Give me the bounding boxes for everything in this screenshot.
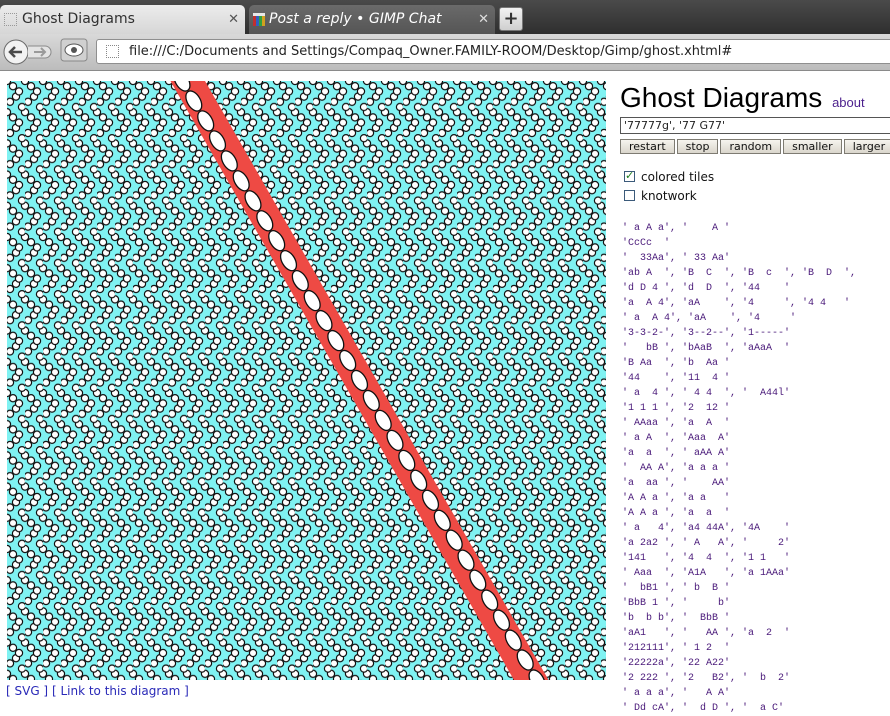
tile-spec-item[interactable]: ' a A 4', 'aA ', '4 ': [622, 311, 856, 326]
tile-spec-item[interactable]: ' bB1 ', ' b B ': [622, 581, 856, 596]
random-button[interactable]: random: [720, 139, 782, 154]
tile-spec-item[interactable]: 'a A 4', 'aA ', '4 ', '4 4 ': [622, 296, 856, 311]
tile-spec-item[interactable]: '3-3-2-', '3--2--', '1-----': [622, 326, 856, 341]
tile-spec-list: ' a A a', ' A ' 'CcCc ' ' 33Aa', ' 33 Aa' '…: [622, 221, 856, 716]
tile-spec-item[interactable]: ' AAaa ', 'a A ': [622, 416, 856, 431]
control-buttons: restart stop random smaller larger: [620, 135, 890, 154]
tile-spec-item[interactable]: 'A A a ', 'a a ': [622, 491, 856, 506]
control-panel: Ghost Diagrams about '77777g', '77 G77' …: [620, 81, 890, 714]
tile-code-input[interactable]: '77777g', '77 G77': [620, 117, 890, 134]
tile-spec-item[interactable]: 'b b b', ' BbB ': [622, 611, 856, 626]
tile-spec-item[interactable]: ' a a a', ' A A': [622, 686, 856, 701]
new-tab-button[interactable]: +: [499, 7, 523, 31]
knotwork-checkbox[interactable]: [624, 190, 635, 201]
tile-spec-item[interactable]: ' 33Aa', ' 33 Aa': [622, 251, 856, 266]
tile-spec-item[interactable]: 'BbB 1 ', ' b': [622, 596, 856, 611]
permalink-link[interactable]: [ Link to this diagram ]: [52, 684, 189, 698]
tab-gimp-chat[interactable]: Post a reply • GIMP Chat ✕: [249, 5, 495, 34]
page-title: Ghost Diagrams: [620, 82, 823, 113]
tile-spec-item[interactable]: ' a A ', 'Aaa A': [622, 431, 856, 446]
tile-spec-item[interactable]: 'B Aa ', 'b Aa ': [622, 356, 856, 371]
stop-button[interactable]: stop: [676, 139, 719, 154]
colored-tiles-label: colored tiles: [641, 170, 715, 184]
tile-spec-item[interactable]: 'aA1 ', ' AA ', 'a 2 ': [622, 626, 856, 641]
tile-spec-item[interactable]: 'a aa ', ' AA': [622, 476, 856, 491]
restart-button[interactable]: restart: [620, 139, 675, 154]
tile-spec-item[interactable]: ' a 4 ', ' 4 4 ', ' A44l': [622, 386, 856, 401]
tile-spec-item[interactable]: 'ab A ', 'B C ', 'B c ', 'B D ',: [622, 266, 856, 281]
tile-spec-item[interactable]: '141 ', '4 4 ', '1 1 ': [622, 551, 856, 566]
tile-spec-item[interactable]: ' a A a', ' A ': [622, 221, 856, 236]
tile-spec-item[interactable]: '2 222 ', '2 B2', ' b 2': [622, 671, 856, 686]
diagram-links: [ SVG ] [ Link to this diagram ]: [6, 684, 189, 698]
tile-spec-item[interactable]: 'CcCc ': [622, 236, 856, 251]
smaller-button[interactable]: smaller: [783, 139, 842, 154]
tile-spec-item[interactable]: '212111', ' 1 2 ': [622, 641, 856, 656]
back-forward-buttons: [3, 39, 52, 65]
larger-button[interactable]: larger: [843, 139, 890, 154]
about-link[interactable]: about: [832, 95, 865, 110]
url-text: file:///C:/Documents and Settings/Compaq…: [129, 44, 733, 59]
tile-spec-item[interactable]: '1 1 1 ', '2 12 ': [622, 401, 856, 416]
tile-spec-item[interactable]: 'A A a ', 'a a ': [622, 506, 856, 521]
tile-spec-item[interactable]: ' Aaa ', 'A1A ', 'a 1AAa': [622, 566, 856, 581]
tab-title: Post a reply • GIMP Chat: [269, 11, 442, 27]
colored-tiles-checkbox[interactable]: [624, 169, 635, 182]
tab-title: Ghost Diagrams: [22, 11, 135, 27]
tab-bar: Ghost Diagrams ✕ Post a reply • GIMP Cha…: [0, 0, 890, 34]
address-bar[interactable]: file:///C:/Documents and Settings/Compaq…: [96, 39, 890, 64]
tile-spec-item[interactable]: '22222a', '22 A22': [622, 656, 856, 671]
knotwork-label: knotwork: [641, 189, 697, 203]
page-heading: Ghost Diagrams about: [620, 81, 890, 120]
ghost-diagram-canvas[interactable]: [7, 81, 606, 680]
knotwork-option[interactable]: knotwork: [624, 189, 697, 203]
tile-spec-item[interactable]: 'd D 4 ', 'd D ', '44 ': [622, 281, 856, 296]
tile-spec-item[interactable]: '44 ', '11 4 ': [622, 371, 856, 386]
diagram-svg: [7, 81, 606, 680]
tile-pattern-background: [7, 81, 606, 680]
tile-spec-item[interactable]: ' AA A', 'a a a ': [622, 461, 856, 476]
navigation-bar: file:///C:/Documents and Settings/Compaq…: [0, 34, 890, 71]
site-identity-button[interactable]: [60, 38, 88, 64]
svg-link[interactable]: [ SVG ]: [6, 684, 48, 698]
tile-spec-item[interactable]: ' a 4', 'a4 44A', '4A ': [622, 521, 856, 536]
tile-spec-item[interactable]: 'a 2a2 ', ' A A', ' 2': [622, 536, 856, 551]
close-tab-icon[interactable]: ✕: [228, 5, 239, 34]
tile-spec-item[interactable]: ' bB ', 'bAaB ', 'aAaA ': [622, 341, 856, 356]
close-tab-icon[interactable]: ✕: [478, 5, 489, 34]
gimp-chat-favicon-icon: [253, 13, 265, 26]
page-icon: [106, 45, 119, 58]
colored-tiles-option[interactable]: colored tiles: [624, 169, 715, 184]
tile-spec-item[interactable]: 'a a ', ' aAA A': [622, 446, 856, 461]
page-icon: [4, 13, 17, 26]
tab-ghost-diagrams[interactable]: Ghost Diagrams ✕: [0, 5, 245, 34]
